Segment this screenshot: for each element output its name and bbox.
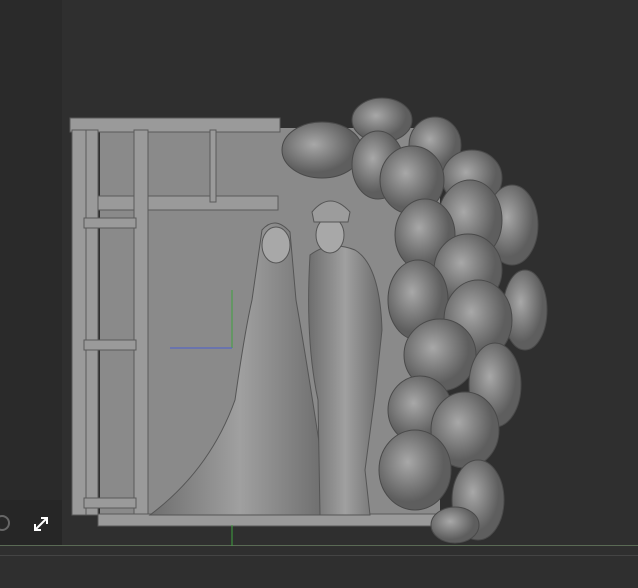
sculpt-model[interactable] bbox=[0, 0, 638, 588]
3d-viewport[interactable] bbox=[0, 0, 638, 588]
